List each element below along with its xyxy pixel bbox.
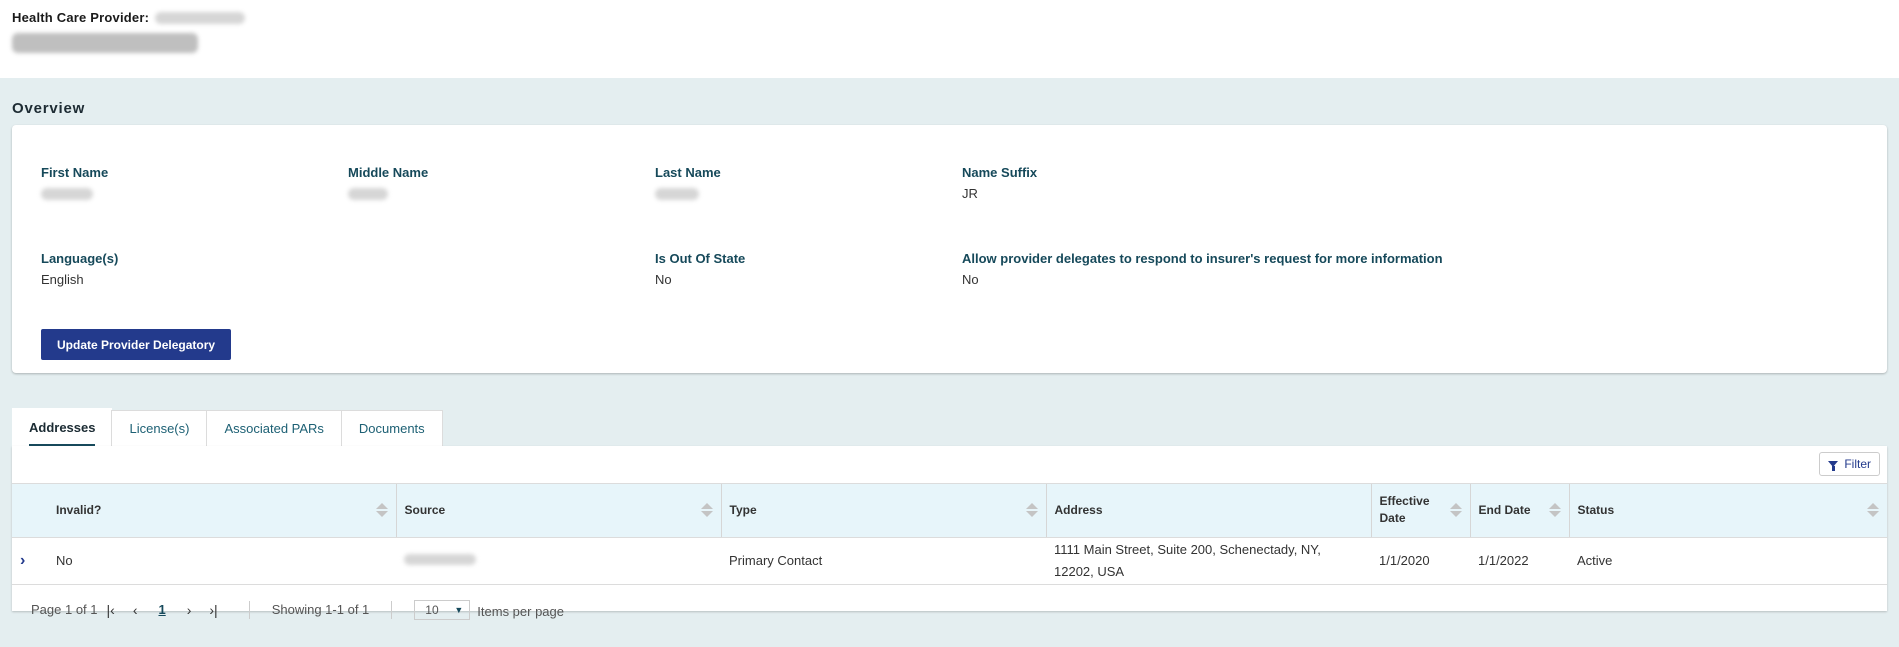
column-header-type[interactable]: Type [721, 484, 1047, 538]
page-number-button[interactable]: 1 [158, 602, 165, 617]
field-middle-name: Middle Name [348, 165, 428, 203]
sort-icon[interactable] [1449, 503, 1462, 518]
cell-address: 1111 Main Street, Suite 200, Schenectady… [1046, 537, 1371, 585]
first-page-icon[interactable]: |‹ [107, 602, 115, 618]
sort-icon[interactable] [1025, 503, 1038, 518]
overview-card: First Name Middle Name Last Name Name Su… [12, 125, 1887, 373]
middle-name-redacted [348, 188, 388, 200]
divider [391, 600, 393, 619]
cell-end-date: 1/1/2022 [1470, 537, 1569, 585]
first-name-redacted [41, 188, 93, 200]
cell-invalid: No [48, 537, 396, 585]
hcp-name-redacted [12, 33, 198, 53]
tab-licenses[interactable]: License(s) [111, 410, 208, 446]
filter-icon [1828, 461, 1839, 471]
items-per-page-label: Items per page [477, 604, 564, 619]
cell-source [396, 537, 721, 585]
page-header: Health Care Provider: [0, 0, 1899, 78]
sort-icon[interactable] [1548, 503, 1561, 518]
filter-label: Filter [1844, 457, 1871, 471]
column-header-invalid[interactable]: Invalid? [48, 484, 397, 538]
filter-bar: Filter [12, 446, 1887, 484]
update-provider-delegatory-button[interactable]: Update Provider Delegatory [41, 329, 232, 360]
showing-info: Showing 1-1 of 1 [271, 602, 370, 617]
column-header-status[interactable]: Status [1569, 484, 1887, 538]
cell-type: Primary Contact [721, 537, 1046, 585]
last-page-icon[interactable]: ›| [209, 602, 217, 618]
sort-icon[interactable] [1867, 503, 1879, 518]
field-out-of-state: Is Out Of State No [655, 251, 746, 287]
field-first-name: First Name [41, 165, 108, 203]
page-info: Page 1 of 1 [31, 602, 98, 617]
source-redacted [404, 553, 476, 565]
cell-effective-date: 1/1/2020 [1371, 537, 1470, 585]
chevron-down-icon: ▼ [454, 604, 464, 615]
divider [248, 600, 250, 619]
main-content: Overview First Name Middle Name Last Nam… [0, 78, 1899, 647]
items-per-page-select[interactable]: 10 ▼ [414, 599, 471, 620]
sort-icon[interactable] [700, 503, 713, 518]
field-last-name: Last Name [655, 165, 721, 203]
chevron-right-icon[interactable]: › [20, 552, 25, 569]
tab-documents[interactable]: Documents [340, 410, 443, 446]
hcp-id-redacted [155, 11, 246, 24]
prev-page-icon[interactable]: ‹ [133, 602, 138, 618]
last-name-redacted [655, 188, 699, 200]
tab-addresses[interactable]: Addresses [12, 408, 113, 447]
column-header-source[interactable]: Source [396, 484, 722, 538]
cell-status: Active [1569, 537, 1887, 585]
table-row: › No Primary Contact 1111 Main Street, S… [12, 537, 1887, 585]
filter-button[interactable]: Filter [1819, 452, 1880, 476]
field-languages: Language(s) English [41, 251, 119, 287]
expand-column-header [12, 484, 48, 538]
sort-icon[interactable] [375, 503, 388, 518]
column-header-address: Address [1046, 484, 1372, 538]
addresses-table: Invalid? Source Type Address Effective D… [12, 484, 1887, 585]
pagination: Page 1 of 1 |‹ ‹ 1 › ›| Showing 1-1 of 1… [12, 585, 1887, 635]
field-name-suffix: Name Suffix JR [962, 165, 1038, 201]
field-allow-delegates: Allow provider delegates to respond to i… [962, 251, 1443, 287]
table-header-row: Invalid? Source Type Address Effective D… [12, 484, 1887, 538]
column-header-effective-date[interactable]: Effective Date [1371, 484, 1471, 538]
column-header-end-date[interactable]: End Date [1470, 484, 1570, 538]
addresses-table-card: Filter Invalid? Source Type Address Effe… [12, 446, 1887, 620]
tab-bar: Addresses License(s) Associated PARs Doc… [12, 408, 443, 447]
overview-title: Overview [12, 100, 86, 117]
hcp-label: Health Care Provider: [12, 10, 150, 25]
next-page-icon[interactable]: › [187, 602, 192, 618]
tab-associated-pars[interactable]: Associated PARs [206, 410, 342, 446]
